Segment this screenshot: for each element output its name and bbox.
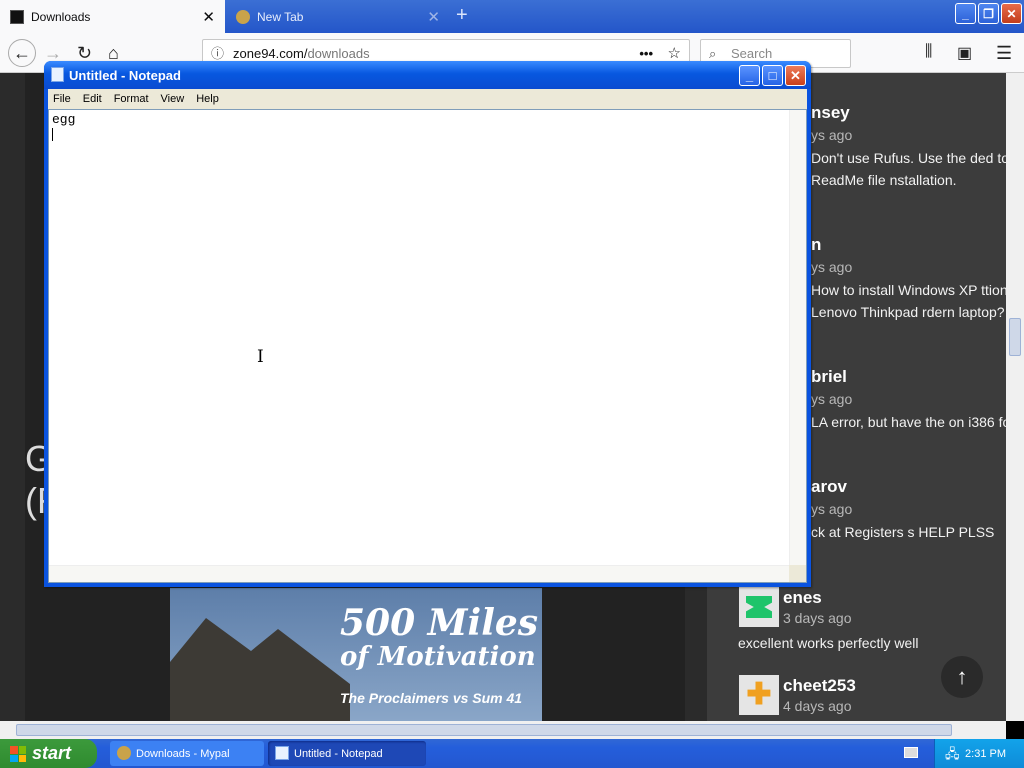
library-icon[interactable]: ⫼ bbox=[925, 43, 932, 61]
keyboard-icon[interactable] bbox=[904, 747, 918, 758]
tab-downloads[interactable]: Downloads ✕ bbox=[0, 0, 225, 33]
comment-time: ys ago bbox=[811, 501, 853, 517]
sidebar-icon[interactable]: ▣ bbox=[957, 43, 972, 63]
network-icon[interactable]: 🖧 bbox=[945, 745, 960, 767]
menu-format[interactable]: Format bbox=[109, 93, 156, 105]
notepad-text-area[interactable]: egg bbox=[48, 109, 807, 583]
comment-author[interactable]: nsey bbox=[811, 103, 850, 123]
close-tab-icon[interactable]: ✕ bbox=[202, 8, 215, 26]
taskbar-item-browser[interactable]: Downloads - Mypal bbox=[110, 741, 264, 766]
notepad-app-icon bbox=[51, 67, 64, 82]
comment-author[interactable]: enes bbox=[783, 588, 822, 608]
comment-time: 4 days ago bbox=[783, 698, 852, 714]
menu-edit[interactable]: Edit bbox=[78, 93, 109, 105]
window-title: Untitled - Notepad bbox=[69, 67, 181, 83]
clock[interactable]: 2:31 PM bbox=[965, 748, 1006, 760]
url-path: downloads bbox=[307, 46, 370, 61]
mypal-favicon-icon bbox=[236, 9, 250, 24]
system-tray: 🖧 2:31 PM bbox=[934, 739, 1024, 768]
text-caret bbox=[52, 128, 53, 141]
maximize-button[interactable]: □ bbox=[762, 65, 783, 86]
notepad-icon bbox=[275, 746, 289, 760]
menu-file[interactable]: File bbox=[48, 93, 78, 105]
tab-label: Downloads bbox=[31, 9, 91, 24]
start-label: start bbox=[32, 743, 72, 763]
page-vertical-scrollbar[interactable] bbox=[1006, 73, 1024, 721]
menu-help[interactable]: Help bbox=[191, 93, 226, 105]
notepad-horizontal-scrollbar[interactable] bbox=[49, 565, 789, 582]
desktop: Downloads ✕ New Tab ✕ + _ ❐ ✕ ← → ↻ ⌂ ⓘ … bbox=[0, 0, 1024, 768]
tab-label: New Tab bbox=[257, 9, 304, 24]
back-arrow-icon[interactable]: ← bbox=[8, 39, 36, 67]
close-window-button[interactable]: ✕ bbox=[1001, 3, 1022, 24]
close-tab-icon[interactable]: ✕ bbox=[427, 8, 440, 26]
url-host: zone94.com/ bbox=[233, 46, 308, 61]
notepad-menu-bar: File Edit Format View Help bbox=[48, 89, 807, 109]
comment-author[interactable]: arov bbox=[811, 477, 847, 497]
avatar-icon[interactable] bbox=[739, 587, 779, 627]
minimize-button[interactable]: _ bbox=[955, 3, 976, 24]
avatar-icon[interactable]: ✚ bbox=[739, 675, 779, 715]
comment-text: Don't use Rufus. Use the ded tool in the… bbox=[811, 150, 1024, 188]
notepad-window[interactable]: Untitled - Notepad _ □ ✕ File Edit Forma… bbox=[44, 61, 811, 587]
scrollbar-thumb[interactable] bbox=[1009, 318, 1021, 356]
comment-time: ys ago bbox=[811, 391, 853, 407]
resize-grip[interactable] bbox=[789, 565, 806, 582]
poster-title-line1: 500 Miles bbox=[340, 602, 539, 644]
comment-author[interactable]: n bbox=[811, 235, 821, 255]
comment-text: How to install Windows XP ttion on a Len… bbox=[811, 282, 1024, 320]
video-thumbnail[interactable]: 500 Miles of Motivation The Proclaimers … bbox=[170, 588, 542, 721]
mypal-icon bbox=[117, 746, 131, 760]
search-placeholder: Search bbox=[731, 46, 773, 61]
start-button[interactable]: start bbox=[0, 739, 97, 768]
site-favicon-icon bbox=[10, 9, 24, 24]
comment-author[interactable]: cheet253 bbox=[783, 676, 856, 696]
scrollbar-thumb[interactable] bbox=[16, 724, 952, 736]
poster-title-line2: of Motivation bbox=[340, 642, 536, 672]
comment-text: ck at Registers s HELP PLSS bbox=[811, 524, 995, 540]
menu-view[interactable]: View bbox=[156, 93, 192, 105]
poster-subtitle: The Proclaimers vs Sum 41 bbox=[340, 690, 523, 706]
comment-time: ys ago bbox=[811, 259, 853, 275]
notepad-vertical-scrollbar[interactable] bbox=[789, 110, 806, 566]
comment-text: excellent works perfectly well bbox=[738, 635, 919, 651]
comment-time: 3 days ago bbox=[783, 610, 852, 626]
mountain-image bbox=[170, 618, 350, 721]
comment-author[interactable]: briel bbox=[811, 367, 847, 387]
taskbar-item-label: Downloads - Mypal bbox=[136, 747, 230, 760]
comment-time: ys ago bbox=[811, 127, 853, 143]
close-button[interactable]: ✕ bbox=[785, 65, 806, 86]
page-horizontal-scrollbar[interactable] bbox=[0, 721, 1006, 739]
new-tab-plus-icon[interactable]: + bbox=[456, 4, 468, 27]
mouse-ibeam-cursor-icon: I bbox=[257, 347, 264, 367]
scroll-to-top-arrow-icon[interactable]: ↑ bbox=[941, 656, 983, 698]
document-text: egg bbox=[52, 112, 76, 127]
taskbar: start Downloads - Mypal Untitled - Notep… bbox=[0, 739, 1024, 768]
taskbar-item-label: Untitled - Notepad bbox=[294, 747, 383, 760]
comment-text: LA error, but have the on i386 folder... bbox=[811, 414, 1024, 430]
minimize-button[interactable]: _ bbox=[739, 65, 760, 86]
menu-hamburger-icon[interactable]: ☰ bbox=[996, 43, 1012, 64]
restore-button[interactable]: ❐ bbox=[978, 3, 999, 24]
tab-new-tab[interactable]: New Tab ✕ bbox=[226, 0, 450, 33]
taskbar-item-notepad[interactable]: Untitled - Notepad bbox=[268, 741, 426, 766]
windows-flag-icon bbox=[10, 746, 26, 762]
notepad-title-bar[interactable]: Untitled - Notepad _ □ ✕ bbox=[44, 61, 811, 89]
browser-tab-bar: Downloads ✕ New Tab ✕ + _ ❐ ✕ bbox=[0, 0, 1024, 33]
